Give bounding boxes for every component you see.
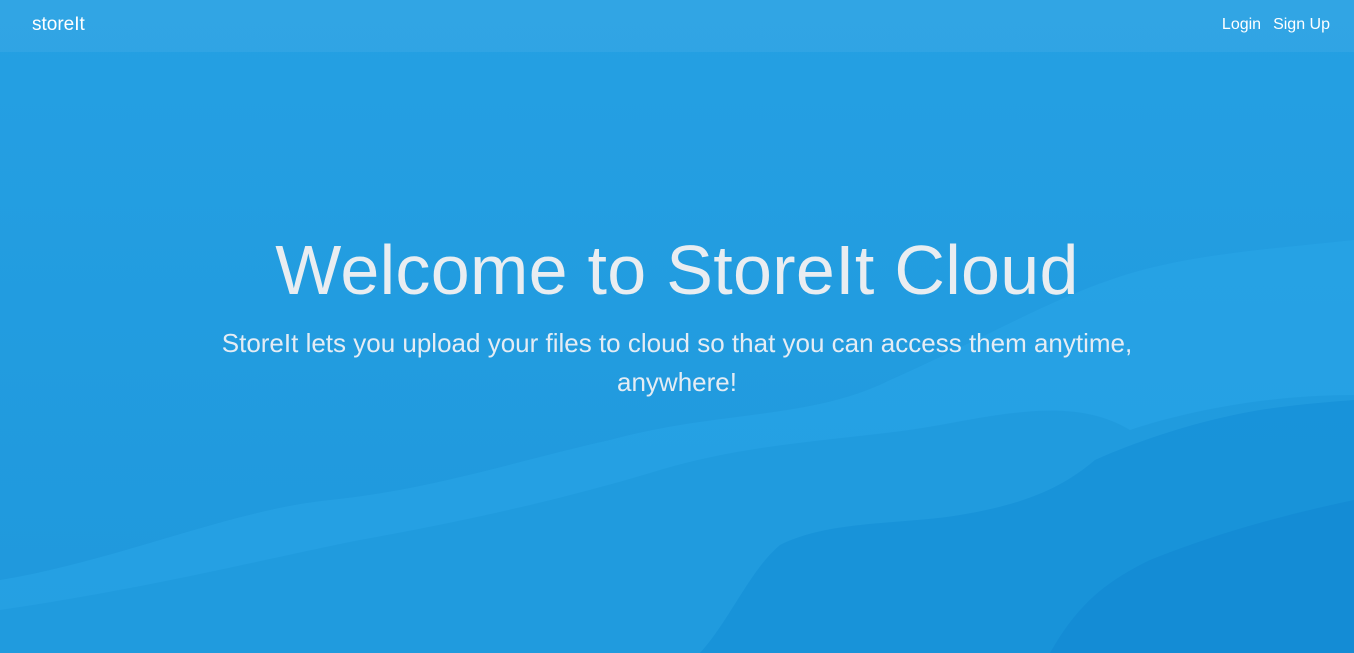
hero-section: Welcome to StoreIt Cloud StoreIt lets yo… (0, 228, 1354, 402)
brand-logo-link[interactable]: storeIt (32, 14, 85, 36)
nav-links: Login Sign Up (1222, 16, 1330, 34)
top-navbar: storeIt Login Sign Up (0, 0, 1354, 52)
hero-subtitle: StoreIt lets you upload your files to cl… (221, 328, 1133, 397)
login-link[interactable]: Login (1222, 16, 1261, 34)
hero-title: Welcome to StoreIt Cloud (275, 231, 1079, 309)
signup-link[interactable]: Sign Up (1273, 16, 1330, 34)
